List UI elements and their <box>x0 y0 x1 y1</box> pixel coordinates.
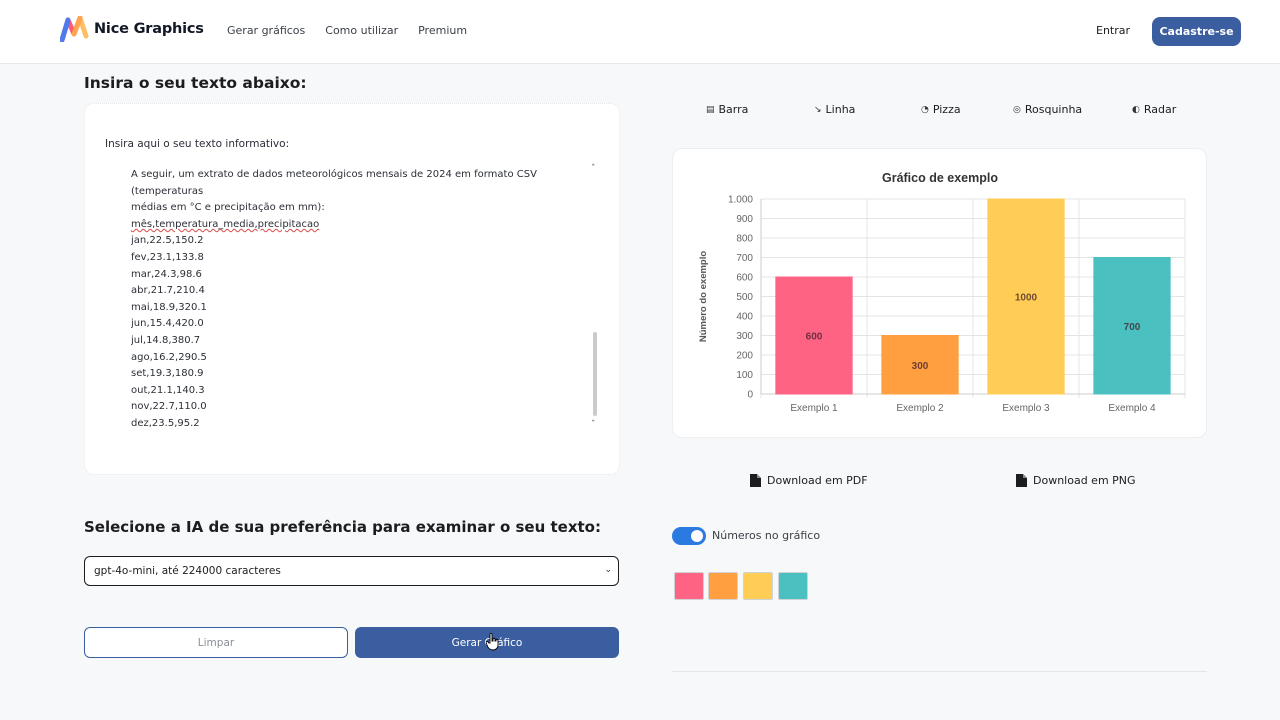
color-swatch-1[interactable] <box>674 572 704 600</box>
tab-rosquinha[interactable]: ◎ Rosquinha <box>1013 103 1082 116</box>
tab-linha-label: Linha <box>825 103 856 116</box>
y-tick-label: 300 <box>736 331 753 342</box>
text-line: fev,23.1,133.8 <box>131 251 204 263</box>
text-line: mês,temperatura_media,precipitacao <box>131 218 320 230</box>
download-png-label: Download em PNG <box>1033 474 1136 487</box>
chart-title: Gráfico de exemplo <box>882 171 998 185</box>
chart-type-tabs: ▤ Barra ↘ Linha ◔ Pizza ◎ Rosquinha ◐ Ra… <box>706 103 1186 119</box>
divider <box>672 671 1207 672</box>
login-link[interactable]: Entrar <box>1096 24 1130 37</box>
y-tick-label: 500 <box>736 292 753 303</box>
ai-model-select[interactable]: gpt-4o-mini, até 224000 caracteres ⌄ <box>84 556 619 586</box>
radar-chart-icon: ◐ <box>1132 104 1140 115</box>
brand-logo[interactable]: Nice Graphics <box>60 16 204 42</box>
text-line: mar,24.3,98.6 <box>131 268 202 280</box>
line-chart-icon: ↘ <box>814 104 822 115</box>
bar-chart-icon: ▤ <box>706 104 715 115</box>
pie-chart-icon: ◔ <box>921 104 929 115</box>
text-line: jun,15.4,420.0 <box>131 318 204 330</box>
tab-pizza-label: Pizza <box>932 103 961 116</box>
download-pdf-label: Download em PDF <box>767 474 868 487</box>
x-tick-label: Exemplo 3 <box>1002 403 1050 414</box>
top-navbar: Nice Graphics Gerar gráficos Como utiliz… <box>0 0 1280 64</box>
y-tick-label: 800 <box>736 234 753 245</box>
main-nav: Gerar gráficos Como utilizar Premium <box>227 24 467 37</box>
donut-chart-icon: ◎ <box>1013 104 1021 115</box>
file-icon <box>750 474 761 487</box>
chart-preview-card: Gráfico de exemplo Número do exemplo 0 100 2… <box>672 148 1207 438</box>
text-line: A seguir, um extrato de dados meteorológ… <box>131 169 537 180</box>
bar-value-label: 300 <box>912 361 929 372</box>
nav-gerar-graficos[interactable]: Gerar gráficos <box>227 24 305 37</box>
text-input-area[interactable]: A seguir, um extrato de dados meteorológ… <box>131 167 599 434</box>
scrollbar-thumb[interactable] <box>593 332 597 416</box>
tab-pizza[interactable]: ◔ Pizza <box>921 103 961 116</box>
download-pdf-button[interactable]: Download em PDF <box>750 474 868 487</box>
text-line: nov,22.7,110.0 <box>131 401 207 413</box>
y-tick-label: 700 <box>736 253 753 264</box>
file-icon <box>1016 474 1027 487</box>
text-input-card: Insira aqui o seu texto informativo: A s… <box>84 103 620 475</box>
text-line: set,19.3,180.9 <box>131 368 204 380</box>
tab-radar[interactable]: ◐ Radar <box>1132 103 1176 116</box>
numbers-toggle-label: Números no gráfico <box>712 529 821 542</box>
nav-premium[interactable]: Premium <box>418 24 467 37</box>
bar-value-label: 600 <box>806 332 823 343</box>
chevron-down-icon: ⌄ <box>604 565 612 575</box>
y-tick-label: 100 <box>736 370 753 381</box>
y-tick-label: 200 <box>736 351 753 362</box>
numbers-toggle[interactable] <box>672 527 706 545</box>
signup-button[interactable]: Cadastre-se <box>1152 17 1241 46</box>
tab-radar-label: Radar <box>1143 103 1177 116</box>
color-swatch-4[interactable] <box>778 572 808 600</box>
tab-barra-label: Barra <box>718 103 749 116</box>
y-tick-label: 400 <box>736 312 753 323</box>
text-line: ago,16.2,290.5 <box>131 351 207 363</box>
y-tick-label: 1.000 <box>728 195 753 206</box>
y-tick-label: 600 <box>736 273 753 284</box>
text-line: out,21.1,140.3 <box>131 384 205 396</box>
x-tick-label: Exemplo 2 <box>896 403 944 414</box>
clear-button[interactable]: Limpar <box>84 627 348 658</box>
color-swatch-2[interactable] <box>708 572 738 600</box>
text-line: dez,23.5,95.2 <box>131 417 200 429</box>
bar-chart: Gráfico de exemplo Número do exemplo 0 100 2… <box>698 171 1186 414</box>
logo-icon <box>60 16 89 42</box>
tab-rosquinha-label: Rosquinha <box>1024 103 1083 116</box>
bar-value-label: 1000 <box>1015 293 1038 304</box>
y-axis-label: Número do exemplo <box>698 251 709 343</box>
ai-model-selected: gpt-4o-mini, até 224000 caracteres <box>94 565 281 577</box>
tab-barra[interactable]: ▤ Barra <box>706 103 748 116</box>
x-tick-label: Exemplo 4 <box>1108 403 1156 414</box>
text-input-label: Insira aqui o seu texto informativo: <box>105 138 290 150</box>
download-png-button[interactable]: Download em PNG <box>1016 474 1136 487</box>
ai-section-title: Selecione a IA de sua preferência para e… <box>84 518 601 536</box>
x-tick-label: Exemplo 1 <box>790 403 838 414</box>
text-line: jul,14.8,380.7 <box>131 334 201 346</box>
scroll-down-icon[interactable]: ˇ <box>591 420 596 430</box>
text-line: abr,21.7,210.4 <box>131 285 205 297</box>
nav-como-utilizar[interactable]: Como utilizar <box>325 24 398 37</box>
brand-name: Nice Graphics <box>94 21 204 37</box>
text-line: médias em °C e precipitação em mm): <box>131 202 325 214</box>
text-line: (temperaturas <box>131 185 204 197</box>
bar-value-label: 700 <box>1124 322 1141 333</box>
input-section-title: Insira o seu texto abaixo: <box>84 74 307 92</box>
scroll-up-icon[interactable]: ˆ <box>591 164 596 174</box>
color-swatch-3[interactable] <box>743 572 773 600</box>
y-tick-label: 0 <box>747 390 753 401</box>
tab-linha[interactable]: ↘ Linha <box>814 103 855 116</box>
hand-cursor-icon <box>486 633 499 651</box>
y-tick-label: 900 <box>736 214 753 225</box>
text-line: jan,22.5,150.2 <box>131 235 204 247</box>
text-line: mai,18.9,320.1 <box>131 301 207 313</box>
